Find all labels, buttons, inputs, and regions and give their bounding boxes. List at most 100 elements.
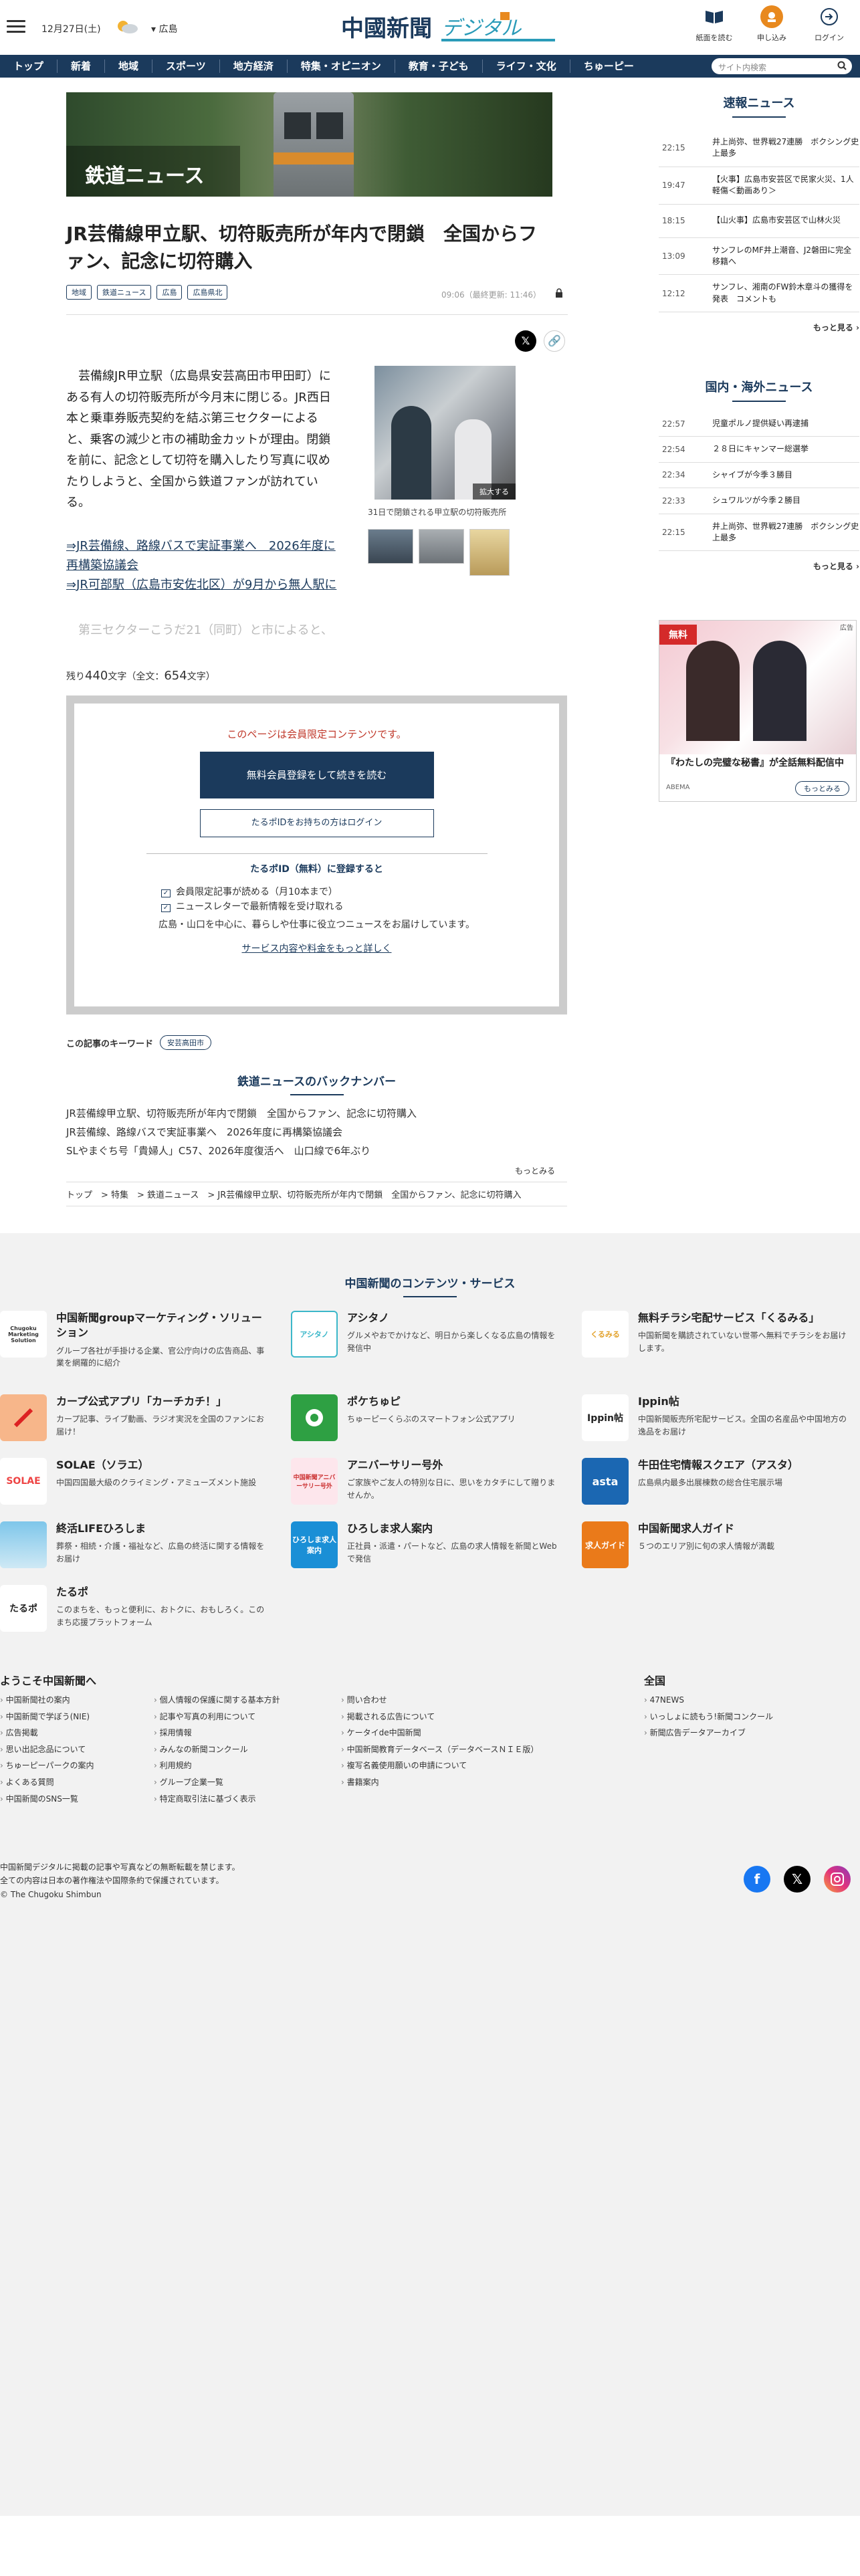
footer-link[interactable]: 中国新聞社の案内 (0, 1692, 94, 1709)
nav-item-sports[interactable]: スポーツ (152, 60, 220, 73)
search-icon[interactable] (837, 61, 847, 72)
national-more-link[interactable]: もっと見る › (659, 560, 859, 572)
subscribe-button[interactable]: 申し込み (753, 5, 790, 43)
breadcrumb[interactable]: トップ > 特集 > 鉄道ニュース > JR芸備線甲立駅、切符販売所が年内で閉鎖… (66, 1182, 567, 1206)
news-row[interactable]: 22:15 井上尚弥、世界戦27連勝 ボクシング史上最多 (659, 130, 859, 167)
nav-item-chupy[interactable]: ちゅーピー (570, 60, 647, 73)
footer-link[interactable]: 複写名義使用願いの申請について (341, 1757, 538, 1774)
backnumber-item[interactable]: SLやまぐち号「貴婦人」C57、2026年度復活へ 山口線で6年ぶり (66, 1142, 567, 1161)
nav-item-opinion[interactable]: 特集・オピニオン (288, 60, 395, 73)
tag-railway[interactable]: 鉄道ニュース (97, 285, 152, 300)
x-icon[interactable]: 𝕏 (784, 1866, 811, 1893)
nav-item-life[interactable]: ライフ・文化 (483, 60, 570, 73)
article-lead: 芸備線JR甲立駅（広島県安芸高田市甲田町）にある有人の切符販売所が今月末に閉じる… (66, 369, 331, 510)
weather-icon (114, 18, 140, 35)
shukatsu-logo-icon (0, 1521, 47, 1568)
instagram-icon[interactable] (824, 1866, 851, 1893)
footer-link[interactable]: よくある質問 (0, 1774, 94, 1791)
login-link-button[interactable]: たるポIDをお持ちの方はログイン (199, 809, 434, 837)
hamburger-menu-icon[interactable] (7, 20, 25, 33)
nav-item-new[interactable]: 新着 (58, 60, 106, 73)
news-row[interactable]: 19:47 【火事】広島市安芸区で民家火災、1人軽傷＜動画あり＞ (659, 167, 859, 205)
tag-hiroshima[interactable]: 広島 (156, 285, 183, 300)
nav-item-region[interactable]: 地域 (105, 60, 153, 73)
footer-link[interactable]: 問い合わせ (341, 1692, 538, 1709)
region-selector[interactable]: ▾ 広島 (151, 22, 177, 35)
breaking-more-link[interactable]: もっと見る › (659, 322, 859, 333)
footer-link[interactable]: ちゅーピーパークの案内 (0, 1757, 94, 1774)
footer-link[interactable]: 中国新聞で学ぼう(NIE) (0, 1709, 94, 1725)
footer-link[interactable]: 掲載される広告について (341, 1709, 538, 1725)
site-logo[interactable]: 中國新聞 デジタル (341, 9, 562, 45)
footer-link[interactable]: 中国新聞のSNS一覧 (0, 1791, 94, 1808)
footer-link[interactable]: 記事や写真の利用について (154, 1709, 280, 1725)
nav-item-economy[interactable]: 地方経済 (220, 60, 288, 73)
register-button[interactable]: 無料会員登録をして続きを読む (199, 752, 434, 798)
footer-link[interactable]: 思い出記念品について (0, 1741, 94, 1758)
login-button[interactable]: ログイン (811, 5, 848, 43)
service-item[interactable]: たるポ たるポ このまちを、もっと便利に、おトクに、おもしろく。このまち応援プラッ… (0, 1585, 267, 1632)
service-details-link[interactable]: サービス内容や料金をもっと詳しく (74, 942, 559, 955)
header-date: 12月27日(土) (41, 24, 101, 35)
service-item[interactable]: asta 牛田住宅情報スクエア（アスタ） 広島県内最多出展棟数の総合住宅展示場 (582, 1458, 849, 1505)
related-link-2[interactable]: ⇒JR可部駅（広島市安佐北区）が9月から無人駅に (66, 576, 347, 595)
news-row[interactable]: 18:15 【山火事】広島市安芸区で山林火災 (659, 205, 859, 238)
service-item[interactable]: カープ公式アプリ「カーチカチ！」 カープ記事、ライブ動画、ラジオ実況を全国のファン… (0, 1394, 267, 1441)
thumbnail[interactable] (419, 529, 464, 564)
search-input[interactable]: サイト内検索 (712, 58, 852, 74)
nav-item-education[interactable]: 教育・子ども (395, 60, 483, 73)
footer-link[interactable]: 広告掲載 (0, 1725, 94, 1741)
related-link-1[interactable]: ⇒JR芸備線、路線バスで実証事業へ 2026年度に再構築協議会 (66, 537, 347, 576)
news-row[interactable]: 22:15 井上尚弥、世界戦27連勝 ボクシング史上最多 (659, 514, 859, 552)
news-row[interactable]: 22:34 シャイブが今季３勝目 (659, 463, 859, 489)
news-row[interactable]: 22:33 シュワルツが今季２勝目 (659, 488, 859, 514)
marketing-logo-icon: Chugoku Marketing Solution (0, 1311, 47, 1358)
zoom-button[interactable]: 拡大する (473, 484, 516, 500)
footer-link[interactable]: ケータイde中国新聞 (341, 1725, 538, 1741)
service-item[interactable]: アシタノ アシタノ グルメやおでかけなど、明日から楽しくなる広島の情報を発信中 (291, 1311, 558, 1358)
service-item[interactable]: 求人ガイド 中国新聞求人ガイド ５つのエリア別に旬の求人情報が満載 (582, 1521, 849, 1568)
link-copy-icon[interactable]: 🔗 (544, 330, 565, 352)
news-row[interactable]: 22:57 児童ポルノ提供疑い再逮捕 (659, 411, 859, 437)
service-item[interactable]: Ippin帖 Ippin帖 中国新聞販売所宅配サービス。全国の名産品や中国地方の逸… (582, 1394, 849, 1441)
footer-link[interactable]: 個人情報の保護に関する基本方針 (154, 1692, 280, 1709)
read-paper-button[interactable]: 紙面を読む (695, 5, 733, 43)
ad-more-button[interactable]: もっとみる (795, 781, 849, 796)
thumbnail[interactable] (368, 529, 413, 564)
footer-link[interactable]: いっしょに読もう!新聞コンクール (644, 1709, 773, 1725)
footer-link[interactable]: 利用規約 (154, 1757, 280, 1774)
backnumber-item[interactable]: JR芸備線甲立駅、切符販売所が年内で閉鎖 全国からファン、記念に切符購入 (66, 1105, 567, 1123)
tag-region[interactable]: 地域 (66, 285, 92, 300)
footer-link[interactable]: グループ企業一覧 (154, 1774, 280, 1791)
news-row[interactable]: 13:09 サンフレのMF井上潮音、J2磐田に完全移籍へ (659, 238, 859, 276)
backnumber-item[interactable]: JR芸備線、路線バスで実証事業へ 2026年度に再構築協議会 (66, 1123, 567, 1142)
x-share-icon[interactable]: 𝕏 (515, 330, 536, 352)
footer-link[interactable]: みんなの新聞コンクール (154, 1741, 280, 1758)
service-item[interactable]: 終活LIFEひろしま 葬祭・相続・介護・福祉など、広島の終活に関する情報をお届け (0, 1521, 267, 1568)
thumbnail[interactable] (469, 529, 510, 576)
footer-link[interactable]: 特定商取引法に基づく表示 (154, 1791, 280, 1808)
tarupo-logo-icon: たるポ (0, 1585, 47, 1632)
breaking-news-title: 速報ニュース (659, 94, 859, 118)
footer-link[interactable]: 書籍案内 (341, 1774, 538, 1791)
service-item[interactable]: SOLAE SOLAE（ソラエ） 中国四国最大級のクライミング・アミューズメント施… (0, 1458, 267, 1505)
tag-hokubu[interactable]: 広島県北 (187, 285, 228, 300)
facebook-icon[interactable]: f (744, 1866, 770, 1893)
backnumber-more-link[interactable]: もっとみる (515, 1165, 555, 1176)
footer-link[interactable]: 中国新聞教育データベース（データベースＮＩＥ版） (341, 1741, 539, 1758)
service-item[interactable]: 中国新聞アニバーサリー号外 アニバーサリー号外 ご家族やご友人の特別な日に、思いを… (291, 1458, 558, 1505)
news-row[interactable]: 22:54 ２８日にキャンマー総選挙 (659, 437, 859, 463)
service-item[interactable]: Chugoku Marketing Solution 中国新聞groupマーケテ… (0, 1311, 267, 1370)
footer-link[interactable]: 採用情報 (154, 1725, 280, 1741)
nav-item-top[interactable]: トップ (0, 60, 58, 73)
lock-icon (555, 288, 563, 300)
keyword-tag[interactable]: 安芸高田市 (160, 1035, 212, 1050)
service-item[interactable]: ひろしま求人案内 ひろしま求人案内 正社員・派遣・パートなど、広島の求人情報を新聞… (291, 1521, 558, 1568)
news-row[interactable]: 12:12 サンフレ、湘南のFW鈴木章斗の獲得を発表 コメントも (659, 275, 859, 313)
article-photo[interactable]: 拡大する (374, 366, 516, 500)
footer-link[interactable]: 47NEWS (644, 1692, 773, 1709)
service-item[interactable]: くるみる 無料チラシ宅配サービス「くるみる」 中国新聞を購読されていない世帯へ無料… (582, 1311, 849, 1358)
service-item[interactable]: ポケちゅピ ちゅーピーくらぶのスマートフォン公式アプリ (291, 1394, 558, 1441)
footer-link[interactable]: 新聞広告データアーカイブ (644, 1725, 773, 1741)
sidebar-ad[interactable]: 無料 広告 『わたしの完璧な秘書』が全話無料配信中 ABEMA もっとみる (659, 620, 857, 802)
